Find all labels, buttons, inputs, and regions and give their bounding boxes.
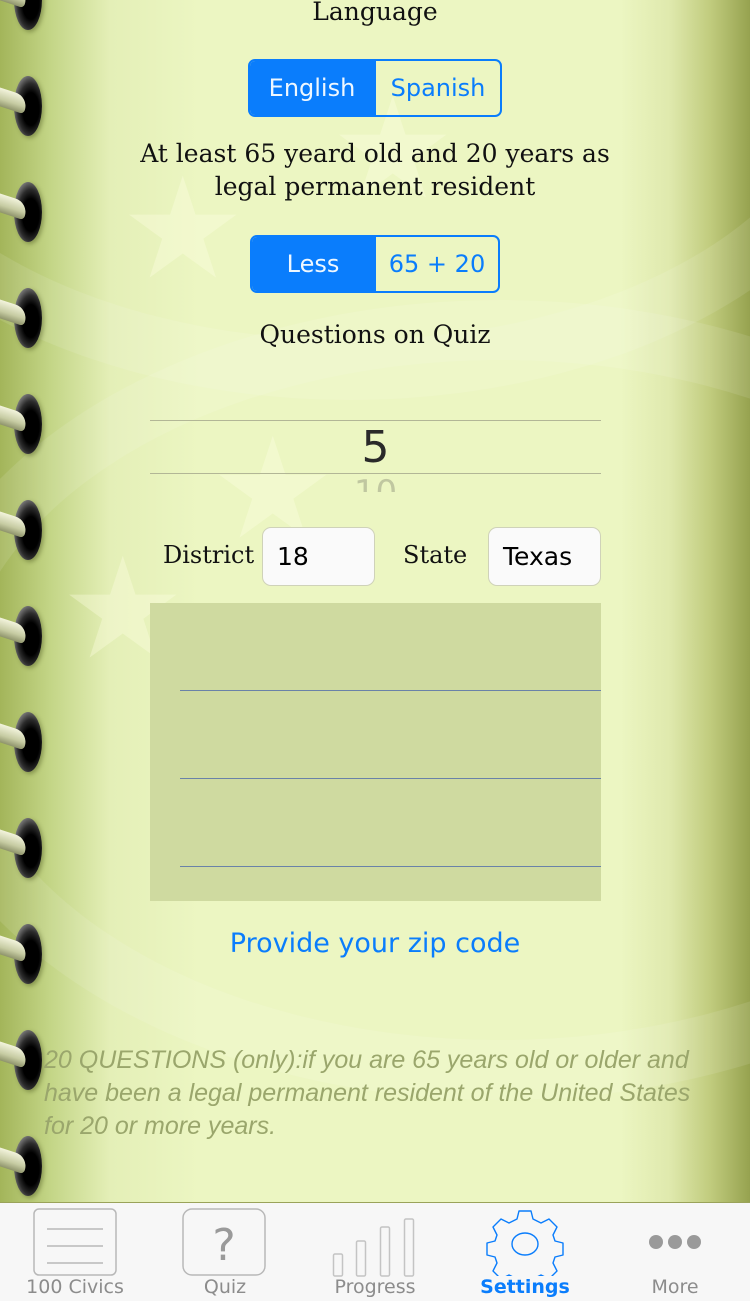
tab-100-civics[interactable]: 100 Civics — [0, 1203, 150, 1301]
picker-next-value[interactable]: 10 — [150, 476, 601, 492]
gear-icon — [486, 1210, 564, 1276]
notes-rule-line — [180, 866, 601, 867]
exemption-label: At least 65 yeard old and 20 years as le… — [0, 137, 750, 203]
district-label: District — [163, 541, 255, 569]
binding-ring — [0, 72, 48, 144]
district-field[interactable]: 18 — [262, 527, 375, 586]
exemption-info-text: 20 QUESTIONS (only):if you are 65 years … — [44, 1046, 691, 1140]
svg-text:?: ? — [212, 1220, 235, 1271]
provide-zip-code-link[interactable]: Provide your zip code — [0, 928, 750, 959]
representatives-notes-box — [150, 603, 601, 901]
language-label: Language — [312, 0, 438, 26]
picker-top-line — [150, 420, 601, 421]
tab-quiz[interactable]: ? Quiz — [150, 1203, 300, 1301]
binding-ring — [0, 814, 48, 886]
language-segmented-control[interactable]: English Spanish — [248, 59, 502, 117]
state-field[interactable]: Texas — [488, 527, 601, 586]
exemption-segmented-control[interactable]: Less 65 + 20 — [250, 235, 500, 293]
tab-more[interactable]: More — [600, 1203, 750, 1301]
binding-ring — [0, 390, 48, 462]
language-option-spanish[interactable]: Spanish — [374, 61, 500, 115]
picker-bottom-line — [150, 473, 601, 474]
questions-label: Questions on Quiz — [259, 320, 491, 349]
language-option-english[interactable]: English — [250, 61, 374, 115]
tab-label: More — [651, 1276, 699, 1298]
binding-ring — [0, 708, 48, 780]
binding-ring — [0, 602, 48, 674]
exemption-option-less[interactable]: Less — [252, 237, 374, 291]
state-label: State — [403, 541, 468, 569]
tab-label: Settings — [480, 1276, 570, 1298]
bar-chart-icon — [332, 1218, 415, 1277]
tab-bar: 100 Civics ? Quiz Progress Settings More — [0, 1202, 750, 1301]
list-icon — [33, 1208, 117, 1276]
notes-rule-line — [180, 778, 601, 779]
question-icon: ? — [182, 1208, 266, 1276]
tab-settings[interactable]: Settings — [450, 1203, 600, 1301]
tab-label: Quiz — [203, 1276, 247, 1298]
picker-selected-value[interactable]: 5 — [150, 422, 601, 473]
tab-label: Progress — [334, 1276, 416, 1298]
binding-ring — [0, 1026, 48, 1098]
binding-ring — [0, 1132, 48, 1202]
exemption-label-line2: legal permanent resident — [214, 172, 536, 201]
exemption-option-65-20[interactable]: 65 + 20 — [374, 237, 498, 291]
tab-label: 100 Civics — [26, 1276, 124, 1298]
tab-progress[interactable]: Progress — [300, 1203, 450, 1301]
more-icon — [649, 1235, 701, 1249]
exemption-label-line1: At least 65 yeard old and 20 years as — [140, 139, 610, 168]
questions-count-picker[interactable]: 5 10 — [150, 420, 601, 492]
notes-rule-line — [180, 690, 601, 691]
binding-ring — [0, 496, 48, 568]
notebook-page: ★ ★ ★ ★ Language English Spanish At leas… — [0, 0, 750, 1202]
